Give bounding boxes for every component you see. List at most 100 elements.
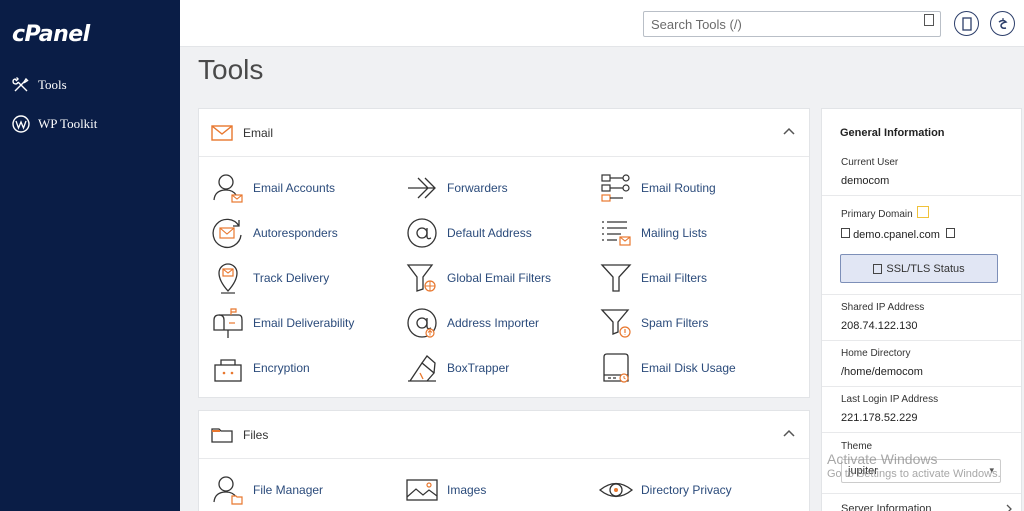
chevron-up-icon[interactable] xyxy=(783,127,795,135)
server-information-link[interactable]: Server Information xyxy=(841,503,931,511)
tool-label: Images xyxy=(447,483,487,497)
highlight-marker-icon xyxy=(917,206,930,218)
file-manager-icon xyxy=(213,476,243,505)
ssl-tls-status-button[interactable]: SSL/TLS Status xyxy=(840,254,998,283)
files-section-title: Files xyxy=(243,427,269,442)
tool-label: BoxTrapper xyxy=(447,361,510,375)
email-section-icon xyxy=(211,124,233,141)
cpanel-logo[interactable]: cPanel xyxy=(12,22,90,47)
tool-boxtrapper[interactable]: BoxTrapper xyxy=(405,351,509,385)
tool-label: Email Disk Usage xyxy=(641,361,736,375)
theme-label: Theme xyxy=(841,441,873,452)
tool-directory-privacy[interactable]: Directory Privacy xyxy=(599,473,732,507)
search-input[interactable] xyxy=(644,12,914,36)
files-section-header[interactable]: Files xyxy=(199,411,809,459)
global-email-filters-icon xyxy=(406,264,436,292)
tools-icon xyxy=(12,77,29,92)
divider xyxy=(822,294,1021,295)
tool-label: Global Email Filters xyxy=(447,271,552,285)
tool-email-disk-usage[interactable]: Email Disk Usage xyxy=(599,351,736,385)
device-icon xyxy=(961,16,972,31)
tool-label: Directory Privacy xyxy=(641,483,732,497)
tool-address-importer[interactable]: Address Importer xyxy=(405,306,539,340)
general-information-panel: General Information Current User democom… xyxy=(821,108,1022,511)
home-directory-value: /home/democom xyxy=(841,366,923,378)
top-bar xyxy=(180,0,1024,47)
email-section-title: Email xyxy=(243,125,274,140)
chevron-up-icon[interactable] xyxy=(783,429,795,437)
tool-label: Default Address xyxy=(447,226,532,240)
email-section: Email Email Accounts Forwarders Email Ro… xyxy=(198,108,810,398)
email-accounts-icon xyxy=(213,174,243,203)
ssl-button-label: SSL/TLS Status xyxy=(886,262,965,275)
general-information-title: General Information xyxy=(840,127,945,139)
last-login-ip-label: Last Login IP Address xyxy=(841,394,939,405)
tool-track-delivery[interactable]: Track Delivery xyxy=(211,261,329,295)
encryption-icon xyxy=(214,359,242,382)
sidebar-item-label: Tools xyxy=(38,77,67,92)
tool-images[interactable]: Images xyxy=(405,473,486,507)
tool-spam-filters[interactable]: Spam Filters xyxy=(599,306,708,340)
shared-ip-value: 208.74.122.130 xyxy=(841,320,918,332)
tool-label: Email Deliverability xyxy=(253,316,355,330)
email-disk-usage-icon xyxy=(603,353,629,383)
sidebar-item-label: WP Toolkit xyxy=(38,116,98,131)
user-glyph-icon xyxy=(998,17,1008,29)
theme-value: jupiter xyxy=(848,465,878,477)
primary-domain-value: demo.cpanel.com xyxy=(853,229,940,241)
theme-select[interactable]: jupiter ▾ xyxy=(841,459,1001,483)
images-icon xyxy=(406,479,438,501)
chevron-right-icon[interactable] xyxy=(1005,504,1013,511)
primary-domain-label: Primary Domain xyxy=(841,206,930,220)
current-user-label: Current User xyxy=(841,157,899,168)
chevron-down-icon: ▾ xyxy=(989,465,994,475)
tool-label: Email Filters xyxy=(641,271,708,285)
notifications-button[interactable] xyxy=(954,11,979,36)
spam-filters-icon xyxy=(600,309,631,338)
forwarders-icon xyxy=(408,177,436,199)
autoresponders-icon xyxy=(212,218,242,248)
tool-default-address[interactable]: Default Address xyxy=(405,216,532,250)
tool-label: File Manager xyxy=(253,483,324,497)
tool-label: Mailing Lists xyxy=(641,226,708,240)
user-menu-button[interactable] xyxy=(990,11,1015,36)
tool-global-email-filters[interactable]: Global Email Filters xyxy=(405,261,551,295)
last-login-ip-value: 221.178.52.229 xyxy=(841,412,918,424)
divider xyxy=(822,432,1021,433)
track-delivery-icon xyxy=(218,263,238,294)
sidebar-item-tools[interactable]: Tools xyxy=(12,76,67,94)
wordpress-icon xyxy=(12,115,30,133)
tool-encryption[interactable]: Encryption xyxy=(211,351,310,385)
tool-email-deliverability[interactable]: Email Deliverability xyxy=(211,306,354,340)
divider xyxy=(822,386,1021,387)
email-deliverability-icon xyxy=(213,308,243,338)
sidebar-item-wp-toolkit[interactable]: WP Toolkit xyxy=(12,115,97,133)
boxtrapper-icon xyxy=(408,355,436,382)
lock-icon xyxy=(873,263,883,274)
primary-domain-link[interactable]: demo.cpanel.com xyxy=(841,228,955,241)
tool-forwarders[interactable]: Forwarders xyxy=(405,171,508,205)
divider xyxy=(822,195,1021,196)
home-directory-label: Home Directory xyxy=(841,348,911,359)
tool-label: Autoresponders xyxy=(253,226,338,240)
tool-label: Email Accounts xyxy=(253,181,336,195)
sidebar: cPanel Tools WP Toolkit xyxy=(0,0,180,511)
tool-email-routing[interactable]: Email Routing xyxy=(599,171,716,205)
email-filters-icon xyxy=(600,264,632,292)
shared-ip-label: Shared IP Address xyxy=(841,302,925,313)
tool-email-accounts[interactable]: Email Accounts xyxy=(211,171,335,205)
tool-autoresponders[interactable]: Autoresponders xyxy=(211,216,338,250)
files-section: Files File Manager Images Directory Priv… xyxy=(198,410,810,511)
folder-icon xyxy=(211,427,233,443)
address-importer-icon xyxy=(407,308,437,338)
divider xyxy=(822,340,1021,341)
tool-mailing-lists[interactable]: Mailing Lists xyxy=(599,216,707,250)
page-title: Tools xyxy=(198,54,264,85)
tool-label: Forwarders xyxy=(447,181,508,195)
tool-file-manager[interactable]: File Manager xyxy=(211,473,323,507)
search-box[interactable] xyxy=(643,11,941,37)
external-link-icon xyxy=(945,228,955,238)
tool-label: Address Importer xyxy=(447,316,540,330)
email-section-header[interactable]: Email xyxy=(199,109,809,157)
tool-email-filters[interactable]: Email Filters xyxy=(599,261,707,295)
